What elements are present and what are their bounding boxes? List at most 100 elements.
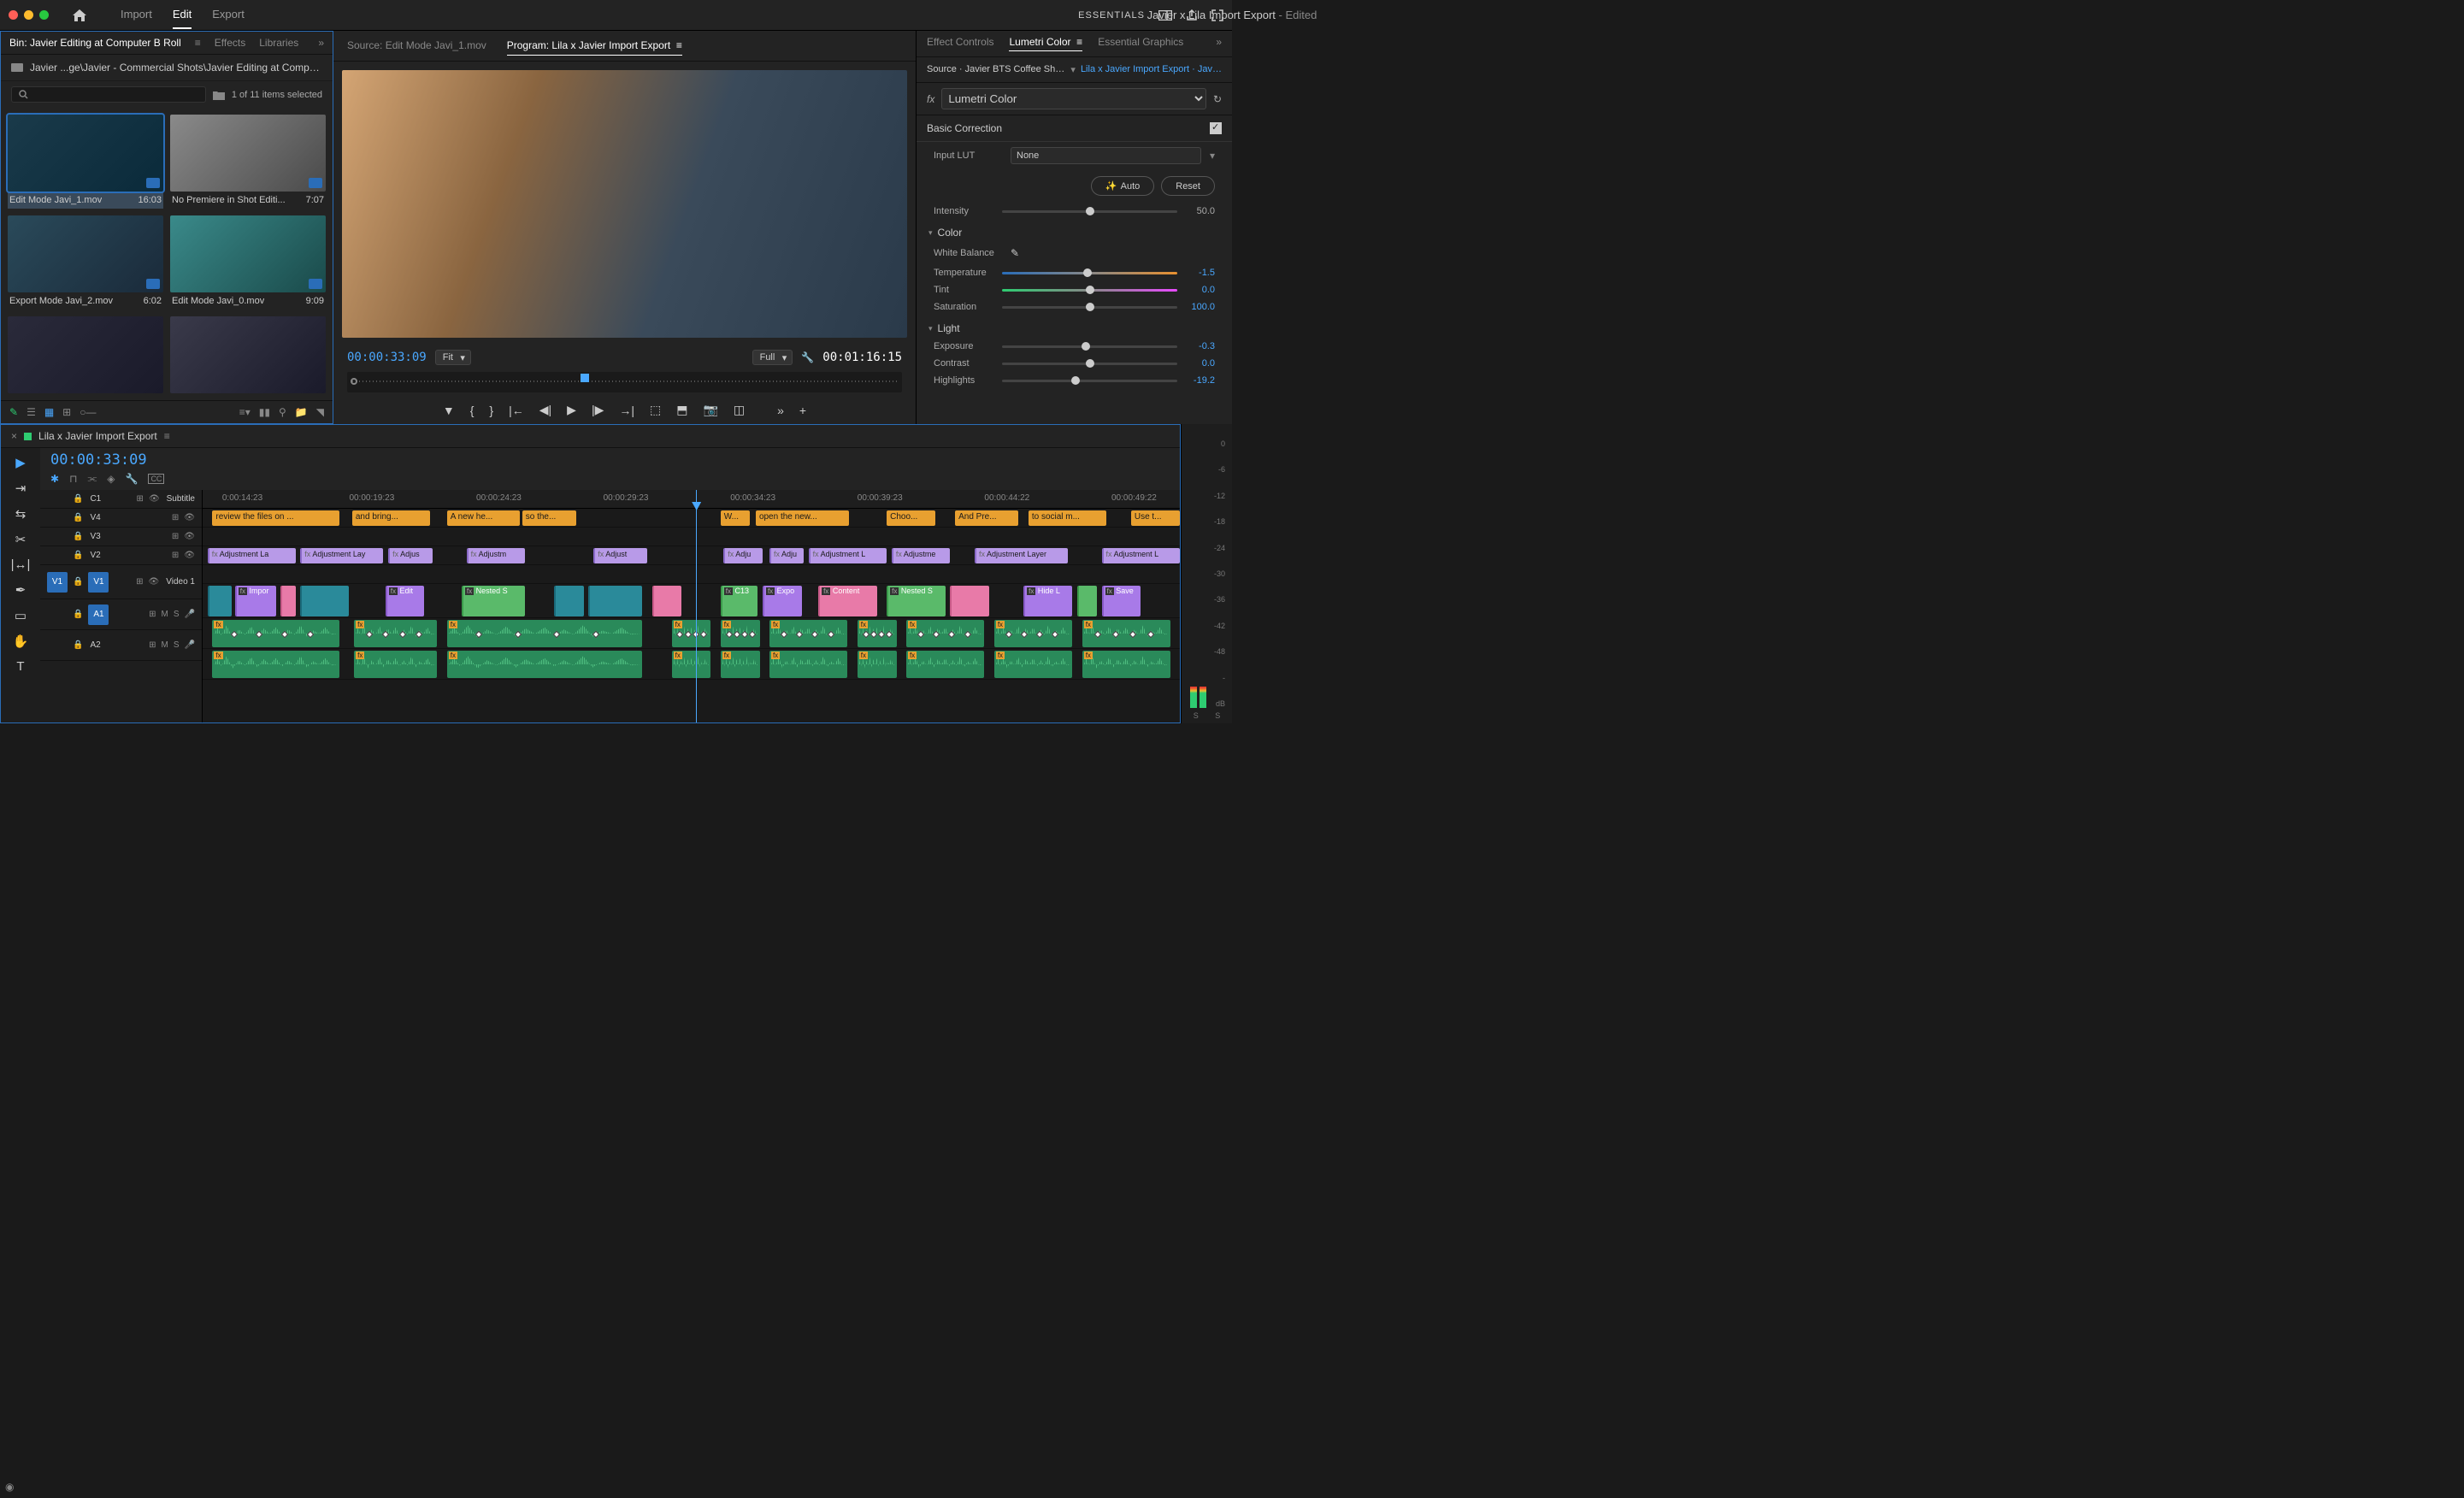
reset-effect-icon[interactable]: ↻: [1213, 93, 1222, 105]
creative-cloud-icon[interactable]: ◉: [5, 1481, 14, 1493]
mode-import[interactable]: Import: [121, 1, 152, 29]
minimize-window[interactable]: [24, 10, 33, 20]
audio-clip[interactable]: fx: [994, 620, 1072, 647]
search-input[interactable]: [11, 86, 206, 103]
lumetri-source-seq[interactable]: Lila x Javier Import Export · Jav…: [1081, 64, 1222, 75]
sequence-tab[interactable]: Lila x Javier Import Export: [38, 430, 157, 442]
audio-clip[interactable]: fx: [212, 620, 339, 647]
slip-tool-icon[interactable]: |↔|: [11, 557, 31, 572]
adjustment-clip[interactable]: Adjustment L: [1102, 548, 1180, 563]
add-button-icon[interactable]: +: [799, 404, 806, 417]
find-icon[interactable]: ⚲: [279, 406, 286, 418]
time-ruler[interactable]: 0:00:14:2300:00:19:2300:00:24:2300:00:29…: [203, 490, 1180, 509]
add-marker-icon[interactable]: ▼: [443, 404, 455, 417]
contrast-value[interactable]: 0.0: [1184, 358, 1215, 369]
mark-out-icon[interactable]: }: [489, 404, 493, 417]
audio-clip[interactable]: fx: [906, 620, 984, 647]
marker-icon[interactable]: ◈: [107, 473, 115, 485]
adjustment-clip[interactable]: Adjust: [593, 548, 647, 563]
button-editor-icon[interactable]: »: [777, 404, 784, 417]
new-bin-icon[interactable]: 📁: [295, 406, 308, 418]
settings-icon[interactable]: 🔧: [125, 473, 138, 485]
audio-clip[interactable]: fx: [447, 620, 643, 647]
audio-clip[interactable]: fx: [721, 651, 760, 678]
v1-target-patch[interactable]: V1: [88, 572, 109, 593]
settings-wrench-icon[interactable]: 🔧: [801, 351, 814, 363]
adjustment-clip[interactable]: Adjus: [388, 548, 432, 563]
extract-icon[interactable]: ⬒: [676, 403, 687, 417]
ripple-edit-tool-icon[interactable]: ⇆: [15, 506, 27, 522]
audio-clip[interactable]: fx: [354, 651, 437, 678]
fx-badge-icon[interactable]: fx: [927, 93, 934, 105]
libraries-tab[interactable]: Libraries: [259, 37, 298, 49]
lumetri-color-tab[interactable]: Lumetri Color ≡: [1009, 36, 1082, 51]
color-section-header[interactable]: Color: [917, 220, 1232, 242]
video-clip[interactable]: [1077, 586, 1097, 616]
highlights-slider[interactable]: [1002, 380, 1177, 382]
basic-correction-toggle[interactable]: [1210, 122, 1222, 134]
icon-view-icon[interactable]: ▦: [44, 406, 54, 418]
clip-item[interactable]: Edit Mode Javi_0.mov9:09: [170, 215, 326, 310]
tint-value[interactable]: 0.0: [1184, 285, 1215, 295]
mode-export[interactable]: Export: [212, 1, 245, 29]
rectangle-tool-icon[interactable]: ▭: [15, 608, 27, 623]
type-tool-icon[interactable]: T: [16, 659, 24, 674]
saturation-slider[interactable]: [1002, 306, 1177, 309]
insert-marker-icon[interactable]: ✱: [50, 473, 59, 485]
find-folder-icon[interactable]: [213, 90, 225, 100]
video-clip[interactable]: fx Expo: [763, 586, 802, 616]
home-icon[interactable]: [73, 9, 86, 21]
auto-seq-icon[interactable]: ▮▮: [259, 406, 270, 418]
close-sequence-icon[interactable]: ×: [11, 430, 17, 442]
freeform-view-icon[interactable]: ⊞: [62, 406, 71, 418]
subtitle-clip[interactable]: Choo...: [887, 510, 935, 526]
clip-item[interactable]: [8, 316, 163, 393]
linked-selection-icon[interactable]: ⫘: [87, 472, 97, 485]
selection-tool-icon[interactable]: ▶: [15, 455, 26, 470]
audio-clip[interactable]: fx: [212, 651, 339, 678]
video-clip[interactable]: fx Edit: [386, 586, 425, 616]
video-clip[interactable]: fx Nested S: [462, 586, 525, 616]
hand-tool-icon[interactable]: ✋: [13, 634, 29, 649]
lift-icon[interactable]: ⬚: [650, 403, 661, 417]
video-clip[interactable]: fx Nested S: [887, 586, 946, 616]
subtitle-clip[interactable]: open the new...: [756, 510, 849, 526]
tint-slider[interactable]: [1002, 289, 1177, 292]
video-clip[interactable]: [950, 586, 989, 616]
video-clip[interactable]: fx Save: [1102, 586, 1141, 616]
comparison-view-icon[interactable]: ◫: [734, 403, 745, 417]
clip-item[interactable]: No Premiere in Shot Editi...7:07: [170, 115, 326, 209]
clip-item[interactable]: Edit Mode Javi_1.mov16:03: [8, 115, 163, 209]
contrast-slider[interactable]: [1002, 363, 1177, 365]
temperature-slider[interactable]: [1002, 272, 1177, 274]
reset-button[interactable]: Reset: [1161, 176, 1215, 196]
go-to-in-icon[interactable]: |←: [509, 404, 524, 417]
mode-edit[interactable]: Edit: [173, 1, 192, 29]
video-clip[interactable]: [208, 586, 233, 616]
adjustment-clip[interactable]: Adjustm: [467, 548, 526, 563]
auto-button[interactable]: ✨Auto: [1091, 176, 1154, 196]
light-section-header[interactable]: Light: [917, 316, 1232, 338]
adjustment-clip[interactable]: Adjustment Layer: [975, 548, 1068, 563]
timeline-tracks[interactable]: 0:00:14:2300:00:19:2300:00:24:2300:00:29…: [203, 490, 1180, 722]
subtitle-clip[interactable]: to social m...: [1029, 510, 1106, 526]
snap-icon[interactable]: ⊓: [69, 473, 77, 485]
adjustment-clip[interactable]: Adjustme: [892, 548, 951, 563]
clip-item[interactable]: Export Mode Javi_2.mov6:02: [8, 215, 163, 310]
audio-clip[interactable]: fx: [858, 620, 897, 647]
audio-clip[interactable]: fx: [1082, 620, 1170, 647]
play-icon[interactable]: ▶: [567, 403, 576, 417]
video-clip[interactable]: [300, 586, 349, 616]
subtitle-clip[interactable]: And Pre...: [955, 510, 1018, 526]
subtitle-clip[interactable]: so the...: [522, 510, 576, 526]
video-clip[interactable]: fx Content: [818, 586, 877, 616]
highlights-value[interactable]: -19.2: [1184, 375, 1215, 386]
step-back-icon[interactable]: ◀|: [539, 403, 551, 417]
audio-clip[interactable]: fx: [447, 651, 643, 678]
current-timecode[interactable]: 00:00:33:09: [347, 351, 427, 364]
captions-icon[interactable]: CC: [148, 474, 164, 484]
go-to-out-icon[interactable]: →|: [619, 404, 634, 417]
video-clip[interactable]: fx Impor: [235, 586, 276, 616]
export-frame-icon[interactable]: 📷: [703, 403, 717, 417]
audio-clip[interactable]: fx: [769, 651, 847, 678]
